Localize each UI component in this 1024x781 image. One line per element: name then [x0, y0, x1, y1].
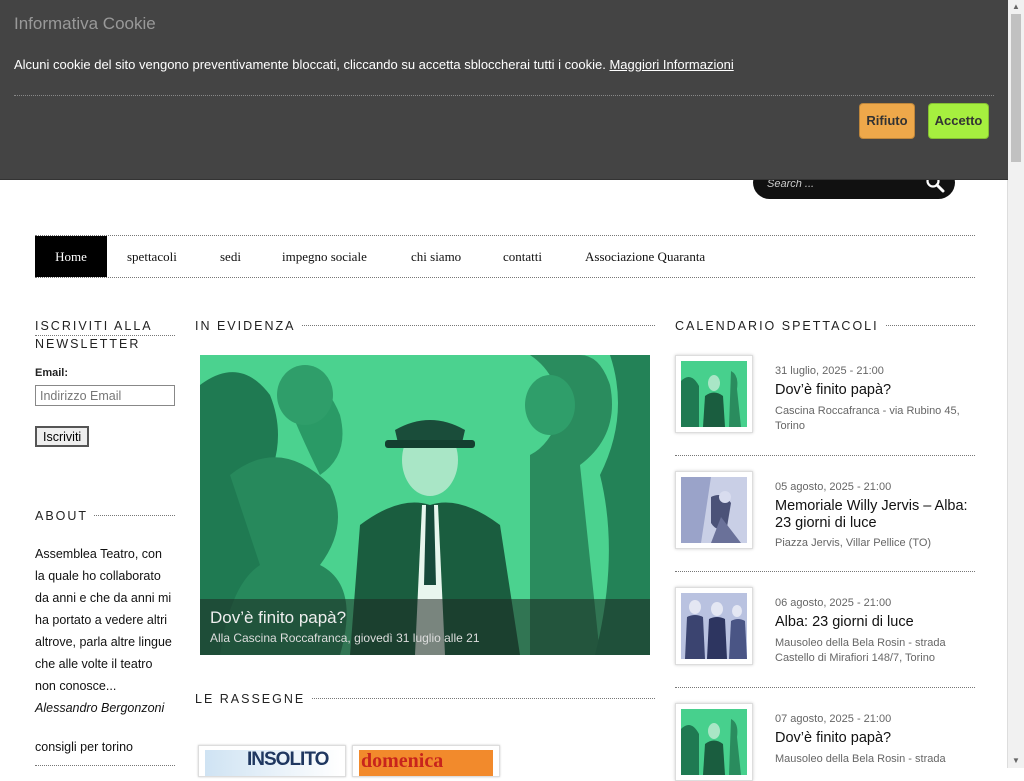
featured-caption: Dov’è finito papà? Alla Cascina Roccafra…: [200, 599, 650, 655]
event-image: [681, 709, 747, 775]
email-label: Email:: [35, 367, 69, 379]
calendar-title-text: Calendario spettacoli: [675, 319, 885, 333]
newsletter-title-text: Iscriviti alla newsletter: [35, 319, 153, 351]
rassegna-card-domenica[interactable]: domenica: [352, 745, 500, 777]
event-thumbnail[interactable]: [675, 355, 753, 433]
cookie-reject-button[interactable]: Rifiuto: [859, 103, 915, 139]
cookie-message: Alcuni cookie del sito vengono preventiv…: [14, 57, 734, 72]
event-place: Mausoleo della Bela Rosin - strada Caste…: [775, 637, 946, 664]
event-place: Mausoleo della Bela Rosin - strada: [775, 753, 946, 765]
event-thumbnail[interactable]: [675, 703, 753, 781]
featured-section-title: In evidenza: [195, 317, 302, 335]
about-title-text: About: [35, 509, 95, 523]
event-date: 07 agosto, 2025 - 21:00: [775, 713, 892, 725]
scrollbar-thumb[interactable]: [1011, 14, 1021, 162]
divider: [675, 455, 975, 456]
consigli-title: consigli per torino: [35, 740, 133, 754]
newsletter-title: Iscriviti alla newsletter: [35, 317, 175, 353]
page-scrollbar[interactable]: ▲ ▼: [1007, 0, 1024, 768]
about-quote-text: Assemblea Teatro, con la quale ho collab…: [35, 547, 172, 693]
rassegna-card-insolito[interactable]: INSOLITO: [198, 745, 346, 777]
about-quote: Assemblea Teatro, con la quale ho collab…: [35, 543, 175, 719]
scroll-down-arrow-icon[interactable]: ▼: [1008, 754, 1024, 768]
rassegna-image: domenica: [359, 750, 493, 776]
featured-title[interactable]: Dov’è finito papà?: [210, 608, 346, 628]
cookie-accept-button[interactable]: Accetto: [928, 103, 989, 139]
featured-section-title-text: In evidenza: [195, 319, 302, 333]
event-place: Piazza Jervis, Villar Pellice (TO): [775, 537, 932, 549]
event-date: 06 agosto, 2025 - 21:00: [775, 597, 892, 609]
nav-item-impegno-sociale[interactable]: impegno sociale: [262, 236, 387, 277]
event-place: Cascina Roccafranca - via Rubino 45, Tor…: [775, 405, 960, 432]
main-nav: Home spettacoli sedi impegno sociale chi…: [35, 235, 975, 278]
event-thumbnail[interactable]: [675, 471, 753, 549]
event-title[interactable]: Dov’è finito papà?: [775, 730, 975, 747]
nav-item-associazione-quaranta[interactable]: Associazione Quaranta: [565, 236, 725, 277]
about-title: About: [35, 507, 95, 525]
rassegna-logo-text: domenica: [361, 750, 444, 772]
event-date: 05 agosto, 2025 - 21:00: [775, 481, 892, 493]
event-date: 31 luglio, 2025 - 21:00: [775, 365, 884, 377]
rassegne-title-text: Le rassegne: [195, 692, 312, 706]
nav-item-spettacoli[interactable]: spettacoli: [107, 236, 197, 277]
calendar-title: Calendario spettacoli: [675, 317, 885, 335]
scroll-up-arrow-icon[interactable]: ▲: [1008, 0, 1024, 14]
nav-item-home[interactable]: Home: [35, 236, 107, 277]
event-title[interactable]: Memoriale Willy Jervis – Alba: 23 giorni…: [775, 498, 975, 532]
divider: [14, 95, 994, 96]
rassegne-title: Le rassegne: [195, 690, 312, 708]
event-image: [681, 477, 747, 543]
nav-item-chi-siamo[interactable]: chi siamo: [391, 236, 481, 277]
event-thumbnail[interactable]: [675, 587, 753, 665]
subscribe-button[interactable]: Iscriviti: [35, 426, 90, 447]
about-author: Alessandro Bergonzoni: [35, 701, 165, 715]
nav-item-contatti[interactable]: contatti: [483, 236, 562, 277]
event-title[interactable]: Dov’è finito papà?: [775, 382, 975, 399]
nav-item-sedi[interactable]: sedi: [200, 236, 261, 277]
cookie-banner: Informativa Cookie Alcuni cookie del sit…: [0, 0, 1008, 180]
cookie-more-info-link[interactable]: Maggiori Informazioni: [609, 57, 733, 72]
divider: [35, 765, 175, 766]
featured-slide[interactable]: Dov’è finito papà? Alla Cascina Roccafra…: [200, 355, 650, 655]
event-title[interactable]: Alba: 23 giorni di luce: [775, 614, 975, 631]
event-image: [681, 361, 747, 427]
featured-subtitle: Alla Cascina Roccafranca, giovedì 31 lug…: [210, 631, 480, 645]
divider: [675, 687, 975, 688]
divider: [675, 571, 975, 572]
cookie-title: Informativa Cookie: [14, 14, 156, 33]
cookie-message-text: Alcuni cookie del sito vengono preventiv…: [14, 57, 606, 72]
event-image: [681, 593, 747, 659]
email-field[interactable]: [35, 385, 175, 406]
